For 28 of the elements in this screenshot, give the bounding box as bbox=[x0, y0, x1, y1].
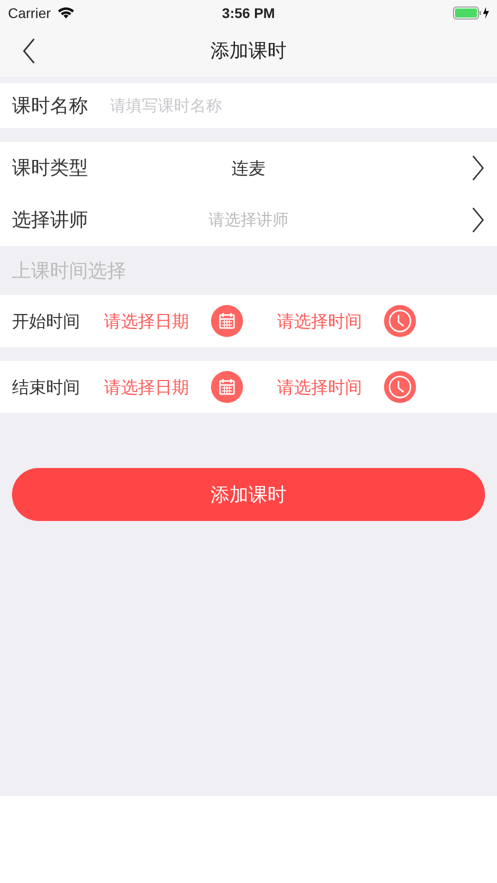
picker-row[interactable]: 课时类型 连麦 bbox=[0, 142, 497, 194]
wifi-icon bbox=[56, 6, 75, 19]
field-label: 选择讲师 bbox=[12, 208, 88, 233]
calendar-icon[interactable] bbox=[211, 305, 243, 337]
battery-icon bbox=[453, 6, 491, 20]
date-picker[interactable]: 请选择日期 bbox=[104, 376, 189, 398]
time-picker[interactable]: 请选择时间 bbox=[277, 310, 362, 332]
field-label: 结束时间 bbox=[12, 376, 80, 398]
carrier-label: Carrier bbox=[8, 4, 51, 20]
input-field[interactable]: 请填写课时名称 bbox=[88, 83, 497, 128]
chevron-icon bbox=[471, 155, 485, 181]
section-heading: 上课时间选择 bbox=[12, 258, 126, 284]
field-label: 课时名称 bbox=[0, 83, 88, 128]
time-picker[interactable]: 请选择时间 bbox=[277, 376, 362, 398]
clock-icon[interactable] bbox=[384, 305, 416, 337]
chevron-icon bbox=[471, 207, 485, 233]
date-picker[interactable]: 请选择日期 bbox=[104, 310, 189, 332]
picker-row[interactable]: 选择讲师 请选择讲师 bbox=[0, 194, 497, 246]
back-button[interactable] bbox=[22, 38, 36, 64]
status-time: 3:56 PM bbox=[222, 4, 275, 20]
calendar-icon[interactable] bbox=[211, 371, 243, 403]
field-label: 开始时间 bbox=[12, 310, 80, 332]
picker-placeholder: 请选择讲师 bbox=[208, 210, 288, 230]
page-title: 添加课时 bbox=[210, 39, 286, 64]
clock-icon[interactable] bbox=[384, 371, 416, 403]
submit-button[interactable]: 添加课时 bbox=[12, 468, 485, 521]
picker-value: 连麦 bbox=[232, 158, 266, 180]
field-label: 课时类型 bbox=[12, 156, 88, 181]
